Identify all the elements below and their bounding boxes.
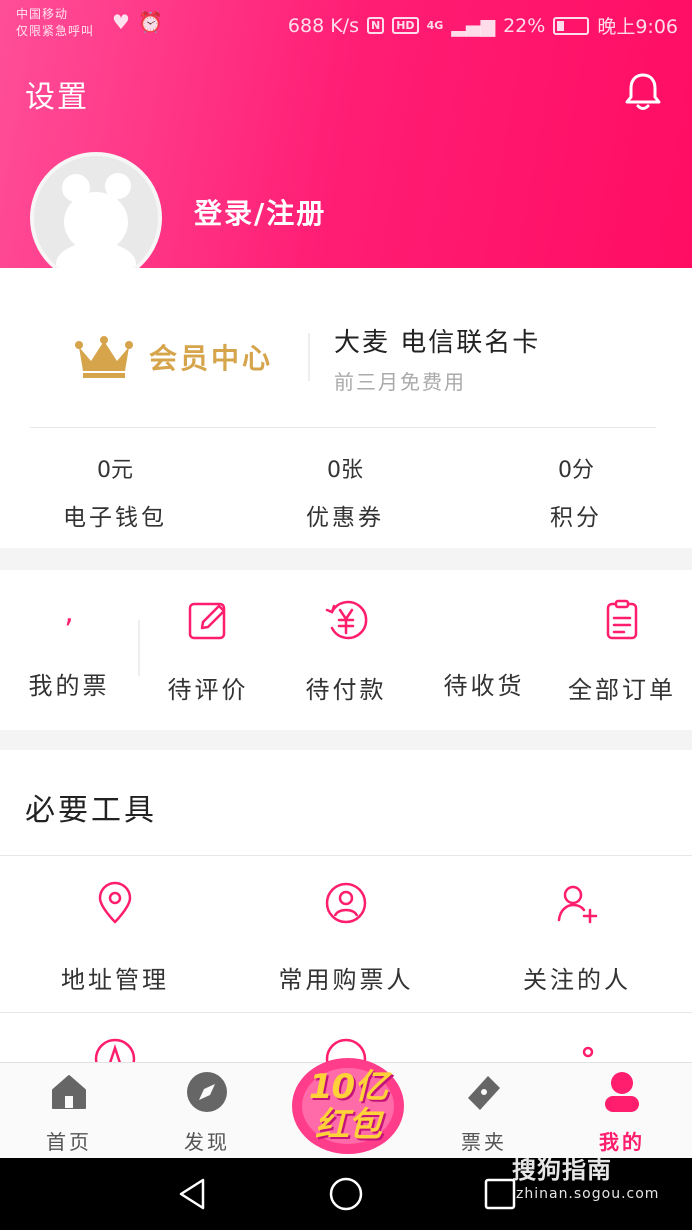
promo-badge-line1: 10亿: [308, 1067, 388, 1107]
following-button[interactable]: 关注的人: [462, 880, 692, 995]
to-review-button[interactable]: 待评价: [139, 598, 277, 705]
watermark-url: zhinan.sogou.com: [516, 1186, 660, 1202]
delivery-icon: [462, 598, 506, 642]
heart-pulse-icon: ♥: [112, 10, 130, 34]
to-receive-label: 待收货: [443, 672, 525, 700]
crown-icon: [75, 336, 133, 378]
member-center-label: 会员中心: [149, 342, 274, 375]
signal-icon: ▂▄▆: [451, 14, 496, 37]
ticket-folder-icon: [468, 1076, 500, 1110]
promo-card-title[interactable]: 大麦 电信联名卡: [334, 322, 540, 359]
all-orders-button[interactable]: 全部订单: [553, 598, 691, 705]
address-management-button[interactable]: 地址管理: [0, 880, 230, 995]
home-circle-icon[interactable]: [326, 1174, 366, 1214]
coupon-label: 优惠券: [306, 505, 384, 531]
to-pay-button[interactable]: 待付款: [277, 598, 415, 705]
yuan-icon: [325, 600, 368, 640]
tab-mine[interactable]: 我的: [567, 1070, 677, 1155]
edit-icon: [188, 602, 226, 640]
to-pay-label: 待付款: [305, 676, 387, 704]
to-review-label: 待评价: [167, 676, 249, 704]
promo-badge-text: 10亿 红包: [286, 1068, 410, 1144]
nfc-icon: N: [367, 17, 385, 34]
tab-discover-label: 发现: [184, 1130, 230, 1154]
all-orders-label: 全部订单: [568, 676, 676, 704]
ticket-icon: ,: [64, 595, 74, 630]
tab-tickets[interactable]: 票夹: [429, 1070, 539, 1155]
back-icon[interactable]: [173, 1174, 213, 1214]
status-left-icons: ♥ ⏰: [112, 10, 163, 34]
following-label: 关注的人: [523, 966, 631, 994]
divider: [0, 855, 692, 856]
home-icon: [52, 1075, 86, 1109]
user-circle-icon: [325, 882, 367, 924]
avatar[interactable]: [30, 152, 162, 284]
points-stat[interactable]: 0分 积分: [501, 452, 651, 532]
coupon-value: 0张: [327, 458, 363, 483]
status-bar: 中国移动 仅限紧急呼叫 ♥ ⏰ 688 K/s N HD 4G ▂▄▆ 22% …: [0, 0, 692, 50]
wallet-value: 0元: [97, 458, 133, 483]
promo-badge-line2: 红包: [315, 1105, 382, 1145]
carrier-name: 中国移动: [16, 7, 69, 21]
tab-home-label: 首页: [46, 1130, 92, 1154]
location-pin-icon: [98, 881, 132, 924]
frequent-buyers-label: 常用购票人: [278, 966, 414, 994]
promo-card-subtitle: 前三月免费用: [334, 370, 466, 394]
avatar-placeholder-icon: [56, 173, 136, 280]
divider: [308, 333, 310, 381]
user-add-icon: [557, 885, 598, 924]
tools-section-title: 必要工具: [25, 793, 157, 828]
frequent-buyers-button[interactable]: 常用购票人: [231, 880, 461, 995]
battery-icon: [553, 16, 590, 35]
my-tickets-button[interactable]: , 我的票: [0, 598, 138, 701]
divider: [30, 427, 656, 428]
emergency-only: 仅限紧急呼叫: [16, 24, 95, 38]
settings-button[interactable]: 设置: [25, 72, 89, 116]
login-register-link[interactable]: 登录/注册: [194, 192, 326, 232]
points-label: 积分: [550, 505, 602, 531]
member-center-button[interactable]: 会员中心: [75, 335, 273, 379]
status-right: 688 K/s N HD 4G ▂▄▆ 22% 晚上9:06: [288, 12, 678, 39]
network-speed: 688 K/s: [287, 14, 359, 37]
watermark: 搜狗指南 zhinan.sogou.com: [512, 1150, 682, 1210]
coupon-stat[interactable]: 0张 优惠券: [270, 452, 420, 532]
red-packet-promo-button[interactable]: 10亿 红包: [286, 1050, 410, 1158]
battery-percent: 22%: [503, 14, 546, 37]
alarm-icon: ⏰: [137, 10, 163, 34]
tab-home[interactable]: 首页: [14, 1070, 124, 1155]
profile-icon: [605, 1072, 639, 1112]
bell-icon[interactable]: [622, 70, 664, 112]
divider: [0, 1012, 692, 1013]
wallet-label: 电子钱包: [63, 505, 167, 531]
clipboard-icon: [606, 599, 638, 640]
hd-icon: HD: [392, 17, 419, 34]
to-receive-button[interactable]: 待收货: [415, 598, 553, 701]
my-tickets-label: 我的票: [28, 672, 110, 700]
carrier-info: 中国移动 仅限紧急呼叫: [16, 6, 94, 40]
points-value: 0分: [558, 458, 594, 483]
clock: 晚上9:06: [597, 16, 678, 38]
compass-icon: [187, 1072, 227, 1112]
network-type: 4G: [426, 19, 444, 32]
address-management-label: 地址管理: [61, 966, 169, 994]
tab-discover[interactable]: 发现: [152, 1070, 262, 1155]
wallet-stat[interactable]: 0元 电子钱包: [40, 452, 190, 532]
watermark-brand: 搜狗指南: [512, 1156, 612, 1184]
